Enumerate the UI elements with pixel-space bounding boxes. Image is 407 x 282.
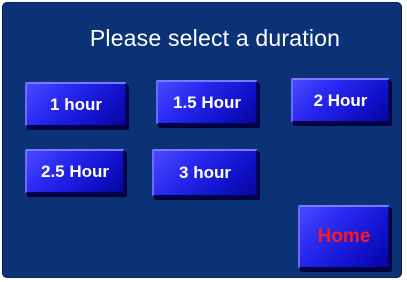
duration-2-hour-button[interactable]: 2 Hour xyxy=(291,78,390,123)
duration-1-5-hour-button[interactable]: 1.5 Hour xyxy=(156,80,258,125)
page-title: Please select a duration xyxy=(89,25,341,51)
duration-2-5-hour-button[interactable]: 2.5 Hour xyxy=(25,149,125,194)
duration-1-hour-button[interactable]: 1 hour xyxy=(25,82,127,127)
home-button[interactable]: Home xyxy=(298,205,390,269)
duration-panel: Please select a duration 1 hour 1.5 Hour… xyxy=(2,2,402,278)
duration-3-hour-button[interactable]: 3 hour xyxy=(152,149,258,197)
